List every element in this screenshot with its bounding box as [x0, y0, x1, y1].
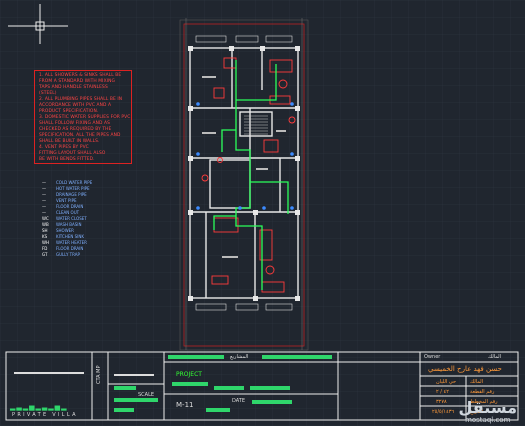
note-line: 3. DOMESTIC WATER SUPPLIES FOR PVC — [39, 115, 131, 120]
note-line: BE WITH BENDS FITTED. — [39, 157, 95, 162]
logo-rule — [14, 372, 84, 374]
legend-label: DRAINAGE PIPE — [56, 192, 87, 197]
value: ٤٢ / ٢ — [436, 389, 449, 395]
legend-label: FLOOR DRAIN — [56, 246, 84, 251]
note-line: FROM A STANDARD WITH MIXING — [39, 79, 115, 84]
company-logo-mark: ▂▃▂▅▂▃▂▅▂ — [10, 403, 68, 411]
value: ٢٥/٥/١٤٣٦ — [432, 409, 455, 415]
legend-key: SH — [42, 228, 48, 233]
note-line: 2. ALL PLUMBING PIPES SHALL BE IN — [39, 97, 123, 102]
watermark-arabic: مستقل — [458, 398, 517, 417]
legend-label: HOT WATER PIPE — [56, 186, 90, 191]
note-line: SHALL FOLLOW FIXING AND AS — [39, 121, 110, 126]
general-notes: 1. ALL SHOWERS & SINKS SHALL BE FROM A S… — [34, 70, 132, 164]
vertical-label: CTA MP — [96, 365, 102, 385]
bar — [252, 400, 292, 404]
legend-label: COLD WATER PIPE — [56, 180, 93, 185]
note-line: 4. VENT PIPES BY PVC — [39, 145, 89, 150]
note-line: SHALL BE BUILT IN WALLS. — [39, 139, 100, 144]
legend-key: WB — [42, 222, 49, 227]
legend-label: FLOOR DRAIN — [56, 204, 84, 209]
note-line: (STEEL) — [39, 91, 57, 96]
legend-key: — — [42, 180, 46, 185]
legend-key: — — [42, 192, 46, 197]
owner-name: حسن فهد عارح الخميسي — [428, 365, 502, 373]
mostaql-watermark: مستقل mostaql.com — [458, 399, 517, 424]
note-line: ACCORDANCE WITH PVC AND A — [39, 103, 112, 108]
note-line: 1. ALL SHOWERS & SINKS SHALL BE — [39, 73, 122, 78]
legend-label: GULLY TRAP — [56, 252, 80, 257]
bar — [114, 408, 134, 412]
bar — [172, 382, 208, 386]
bar — [250, 386, 290, 390]
section-label-ar: المشاريع — [230, 354, 249, 360]
bar — [262, 355, 332, 359]
legend-label: VENT PIPE — [56, 198, 77, 203]
legend-key: WH — [42, 240, 49, 245]
note-line: TAPS AND HANDLE STAINLESS — [39, 85, 108, 90]
date-label: DATE — [232, 398, 246, 404]
company-name: PRIVATE VILLA — [12, 412, 78, 418]
bar — [168, 355, 224, 359]
bar — [206, 408, 230, 412]
value: ٣٢٧٨ — [436, 399, 447, 405]
bar — [214, 386, 244, 390]
legend-key: — — [42, 210, 46, 215]
legend-key: FD — [42, 246, 48, 251]
watermark-url: mostaql.com — [465, 416, 511, 424]
legend-key: WC — [42, 216, 49, 221]
legend-label: CLEAN OUT — [56, 210, 80, 215]
legend-label: WATER HEATER — [56, 240, 87, 245]
note-line: SPECIFICATION. ALL THE PIPES AND — [39, 133, 121, 138]
owner-label-ar: المالك — [488, 354, 502, 360]
owner-label: Owner — [424, 354, 441, 360]
legend-key: GT — [42, 252, 48, 257]
note-line: CHECKED AS REQUIRED BY THE — [39, 127, 112, 132]
drawing-number: M-11 — [176, 401, 194, 409]
rule — [114, 374, 154, 376]
row-label: رقم القطعة — [470, 389, 495, 395]
row-label: المالك — [470, 379, 484, 385]
note-line: FITTING LAYOUT SHALL ALSO — [39, 151, 106, 156]
legend-key: — — [42, 204, 46, 209]
bar — [114, 386, 136, 390]
legend-label: SHOWER — [56, 228, 74, 233]
sheet-title: PROJECT — [176, 371, 202, 378]
location: حي الليان — [436, 379, 457, 385]
legend-key: — — [42, 198, 46, 203]
bar — [114, 398, 158, 402]
legend-label: KITCHEN SINK — [56, 234, 84, 239]
legend-key: KS — [42, 234, 48, 239]
legend-label: WATER CLOSET — [56, 216, 87, 221]
legend-key: — — [42, 186, 46, 191]
note-line: PRODUCT SPECIFICATION. — [39, 109, 99, 114]
legend-label: WASH BASIN — [56, 222, 82, 227]
